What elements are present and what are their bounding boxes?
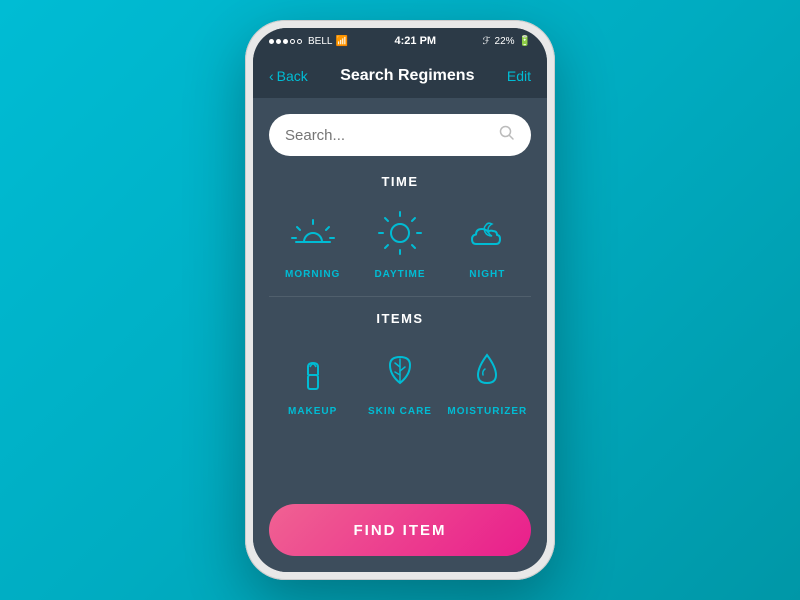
find-item-button[interactable]: FIND ITEM	[269, 504, 531, 556]
status-time: 4:21 PM	[395, 35, 437, 47]
makeup-icon	[283, 340, 343, 400]
phone-screen: BELL 📶 4:21 PM ℱ 22% 🔋 ‹ Back Search Reg…	[253, 28, 547, 572]
makeup-item[interactable]: MAKEUP	[273, 340, 353, 417]
skincare-item[interactable]: SKIN CARE	[360, 340, 440, 417]
night-item[interactable]: NIGHT	[447, 203, 527, 280]
search-box[interactable]	[269, 114, 531, 156]
skincare-icon	[370, 340, 430, 400]
items-icon-row: MAKEUP SK	[269, 340, 531, 417]
status-carrier: BELL 📶	[269, 36, 348, 47]
night-label: NIGHT	[469, 269, 505, 280]
status-battery: ℱ 22% 🔋	[483, 36, 531, 47]
makeup-label: MAKEUP	[288, 406, 337, 417]
items-section-label: ITEMS	[269, 311, 531, 326]
daytime-icon	[370, 203, 430, 263]
search-container	[269, 114, 531, 156]
phone-frame: BELL 📶 4:21 PM ℱ 22% 🔋 ‹ Back Search Reg…	[245, 20, 555, 580]
daytime-label: DAYTIME	[374, 269, 425, 280]
search-icon	[499, 125, 515, 146]
edit-button[interactable]: Edit	[507, 68, 531, 84]
moisturizer-label: MOISTURIZER	[447, 406, 527, 417]
morning-icon	[283, 203, 343, 263]
chevron-left-icon: ‹	[269, 68, 274, 84]
morning-label: MORNING	[285, 269, 340, 280]
time-icon-row: MORNING	[269, 203, 531, 280]
main-content: TIME	[253, 98, 547, 572]
moisturizer-icon	[457, 340, 517, 400]
status-bar: BELL 📶 4:21 PM ℱ 22% 🔋	[253, 28, 547, 54]
moisturizer-item[interactable]: MOISTURIZER	[447, 340, 527, 417]
search-input[interactable]	[285, 127, 491, 144]
night-icon	[457, 203, 517, 263]
nav-bar: ‹ Back Search Regimens Edit	[253, 54, 547, 98]
daytime-item[interactable]: DAYTIME	[360, 203, 440, 280]
section-divider	[269, 296, 531, 297]
morning-item[interactable]: MORNING	[273, 203, 353, 280]
back-button[interactable]: ‹ Back	[269, 68, 308, 84]
page-title: Search Regimens	[340, 67, 474, 85]
time-section-label: TIME	[269, 174, 531, 189]
skincare-label: SKIN CARE	[368, 406, 432, 417]
